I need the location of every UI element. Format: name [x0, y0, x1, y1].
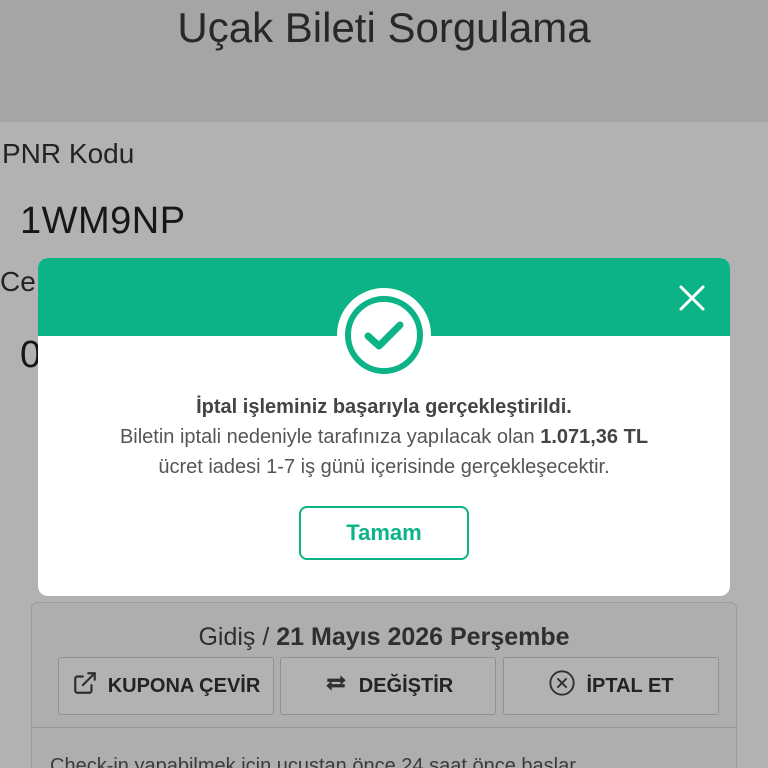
refund-amount: 1.071,36 TL [540, 426, 649, 448]
dialog-refund-line: Biletin iptali nedeniyle tarafınıza yapı… [38, 422, 730, 452]
check-circle-icon [337, 288, 431, 382]
dialog-message: İptal işleminiz başarıyla gerçekleştiril… [38, 392, 730, 482]
cancel-success-dialog: İptal işleminiz başarıyla gerçekleştiril… [38, 258, 730, 596]
dialog-body-prefix: Biletin iptali nedeniyle tarafınıza yapı… [119, 426, 541, 448]
dialog-headline: İptal işleminiz başarıyla gerçekleştiril… [196, 396, 572, 418]
dialog-body-suffix: ücret iadesi 1-7 iş günü içerisinde gerç… [158, 456, 610, 478]
close-icon[interactable] [676, 282, 708, 314]
ok-button[interactable]: Tamam [299, 506, 469, 560]
